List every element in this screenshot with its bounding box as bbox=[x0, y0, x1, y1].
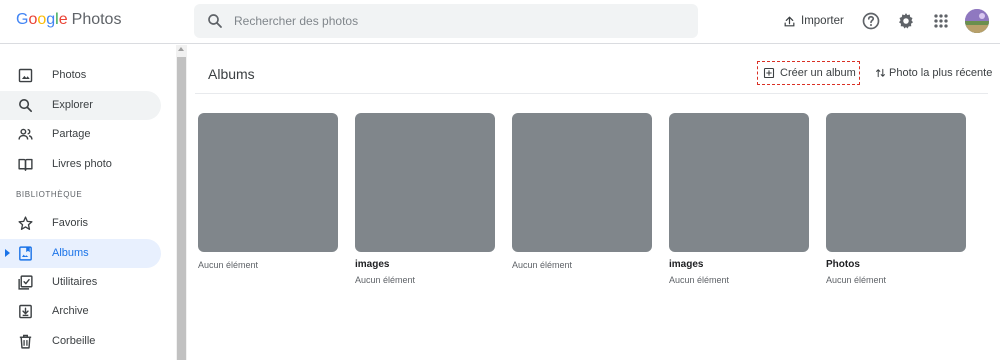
album-thumbnail[interactable] bbox=[512, 113, 652, 252]
logo-letter: G bbox=[16, 11, 29, 28]
sidebar-item-label: Explorer bbox=[52, 99, 93, 111]
google-photos-logo[interactable]: Google Photos bbox=[16, 11, 121, 29]
import-label: Importer bbox=[801, 15, 844, 27]
avatar-image bbox=[965, 9, 989, 33]
create-album-button[interactable]: Créer un album bbox=[757, 61, 860, 85]
logo-letter: e bbox=[58, 11, 68, 28]
album-icon bbox=[19, 246, 32, 261]
sidebar-scrollbar-thumb[interactable] bbox=[177, 57, 186, 360]
create-album-label: Créer un album bbox=[780, 67, 856, 79]
album-card[interactable]: Aucun élément bbox=[512, 113, 652, 270]
album-item-count: Aucun élément bbox=[512, 260, 573, 270]
album-item-count: Aucun élément bbox=[355, 275, 416, 285]
header-divider bbox=[195, 93, 988, 94]
utilities-icon bbox=[18, 275, 33, 290]
album-item-count: Aucun élément bbox=[669, 275, 730, 285]
sidebar-item-utilitaires[interactable]: Utilitaires bbox=[0, 268, 161, 297]
trash-icon bbox=[19, 334, 32, 349]
page-title: Albums bbox=[208, 66, 255, 82]
sidebar-item-label: Photos bbox=[52, 69, 87, 81]
book-icon bbox=[18, 158, 33, 171]
account-avatar[interactable] bbox=[965, 9, 989, 33]
album-thumbnail[interactable] bbox=[355, 113, 495, 252]
sidebar-nav: Photos Explorer Partage Livres photo BIB… bbox=[0, 45, 176, 360]
album-card[interactable]: images Aucun élément bbox=[669, 113, 809, 285]
sidebar-item-label: Archive bbox=[52, 305, 89, 317]
scroll-up-arrow-icon[interactable] bbox=[178, 47, 184, 51]
album-card[interactable]: Aucun élément bbox=[198, 113, 338, 270]
album-card[interactable]: Photos Aucun élément bbox=[826, 113, 966, 285]
album-card[interactable]: images Aucun élément bbox=[355, 113, 495, 285]
sidebar-item-photos[interactable]: Photos bbox=[0, 61, 161, 90]
sidebar-item-label: Albums bbox=[52, 247, 89, 259]
album-name: Photos bbox=[826, 259, 860, 270]
sidebar-item-livres-photo[interactable]: Livres photo bbox=[0, 150, 161, 179]
sidebar-item-label: Utilitaires bbox=[52, 276, 98, 288]
sidebar-item-label: Livres photo bbox=[52, 158, 112, 170]
album-item-count: Aucun élément bbox=[826, 275, 887, 285]
logo-letter: o bbox=[37, 11, 47, 28]
album-thumbnail[interactable] bbox=[198, 113, 338, 252]
settings-icon[interactable] bbox=[896, 11, 916, 31]
archive-icon bbox=[19, 304, 32, 319]
sidebar-item-archive[interactable]: Archive bbox=[0, 297, 161, 326]
search-icon[interactable] bbox=[206, 12, 224, 30]
apps-icon[interactable] bbox=[931, 11, 951, 31]
add-box-icon bbox=[763, 67, 775, 79]
album-thumbnail[interactable] bbox=[669, 113, 809, 252]
sidebar-item-partage[interactable]: Partage bbox=[0, 120, 161, 149]
sidebar-item-label: Favoris bbox=[52, 217, 89, 229]
help-icon[interactable] bbox=[861, 11, 881, 31]
search-input[interactable] bbox=[234, 4, 684, 38]
album-thumbnail[interactable] bbox=[826, 113, 966, 252]
album-item-count: Aucun élément bbox=[198, 260, 259, 270]
sidebar-item-albums[interactable]: Albums bbox=[0, 239, 161, 268]
upload-icon bbox=[784, 16, 795, 26]
sidebar-item-favoris[interactable]: Favoris bbox=[0, 209, 161, 238]
active-indicator-icon bbox=[5, 249, 10, 257]
sidebar-item-explorer[interactable]: Explorer bbox=[0, 91, 161, 120]
album-name: images bbox=[669, 259, 704, 270]
logo-letter: g bbox=[46, 11, 56, 28]
main-content: Albums Créer un album Photo la plus réce… bbox=[187, 45, 1000, 360]
sidebar-item-label: Corbeille bbox=[52, 335, 96, 347]
top-bar: GooglePhotos Importer bbox=[0, 0, 1000, 44]
sort-icon bbox=[876, 68, 885, 78]
sort-label: Photo la plus récente bbox=[889, 67, 993, 79]
sidebar-item-corbeille[interactable]: Corbeille bbox=[0, 327, 161, 356]
photo-icon bbox=[18, 68, 33, 83]
product-name: Photos bbox=[71, 11, 122, 28]
import-button[interactable]: Importer bbox=[783, 12, 844, 30]
album-name: images bbox=[355, 259, 390, 270]
people-icon bbox=[18, 128, 33, 140]
search-bar[interactable] bbox=[194, 4, 698, 38]
star-icon bbox=[18, 216, 33, 230]
section-label-library: BIBLIOTHÈQUE bbox=[16, 190, 83, 199]
search-icon bbox=[19, 99, 33, 113]
sidebar-item-label: Partage bbox=[52, 128, 91, 140]
